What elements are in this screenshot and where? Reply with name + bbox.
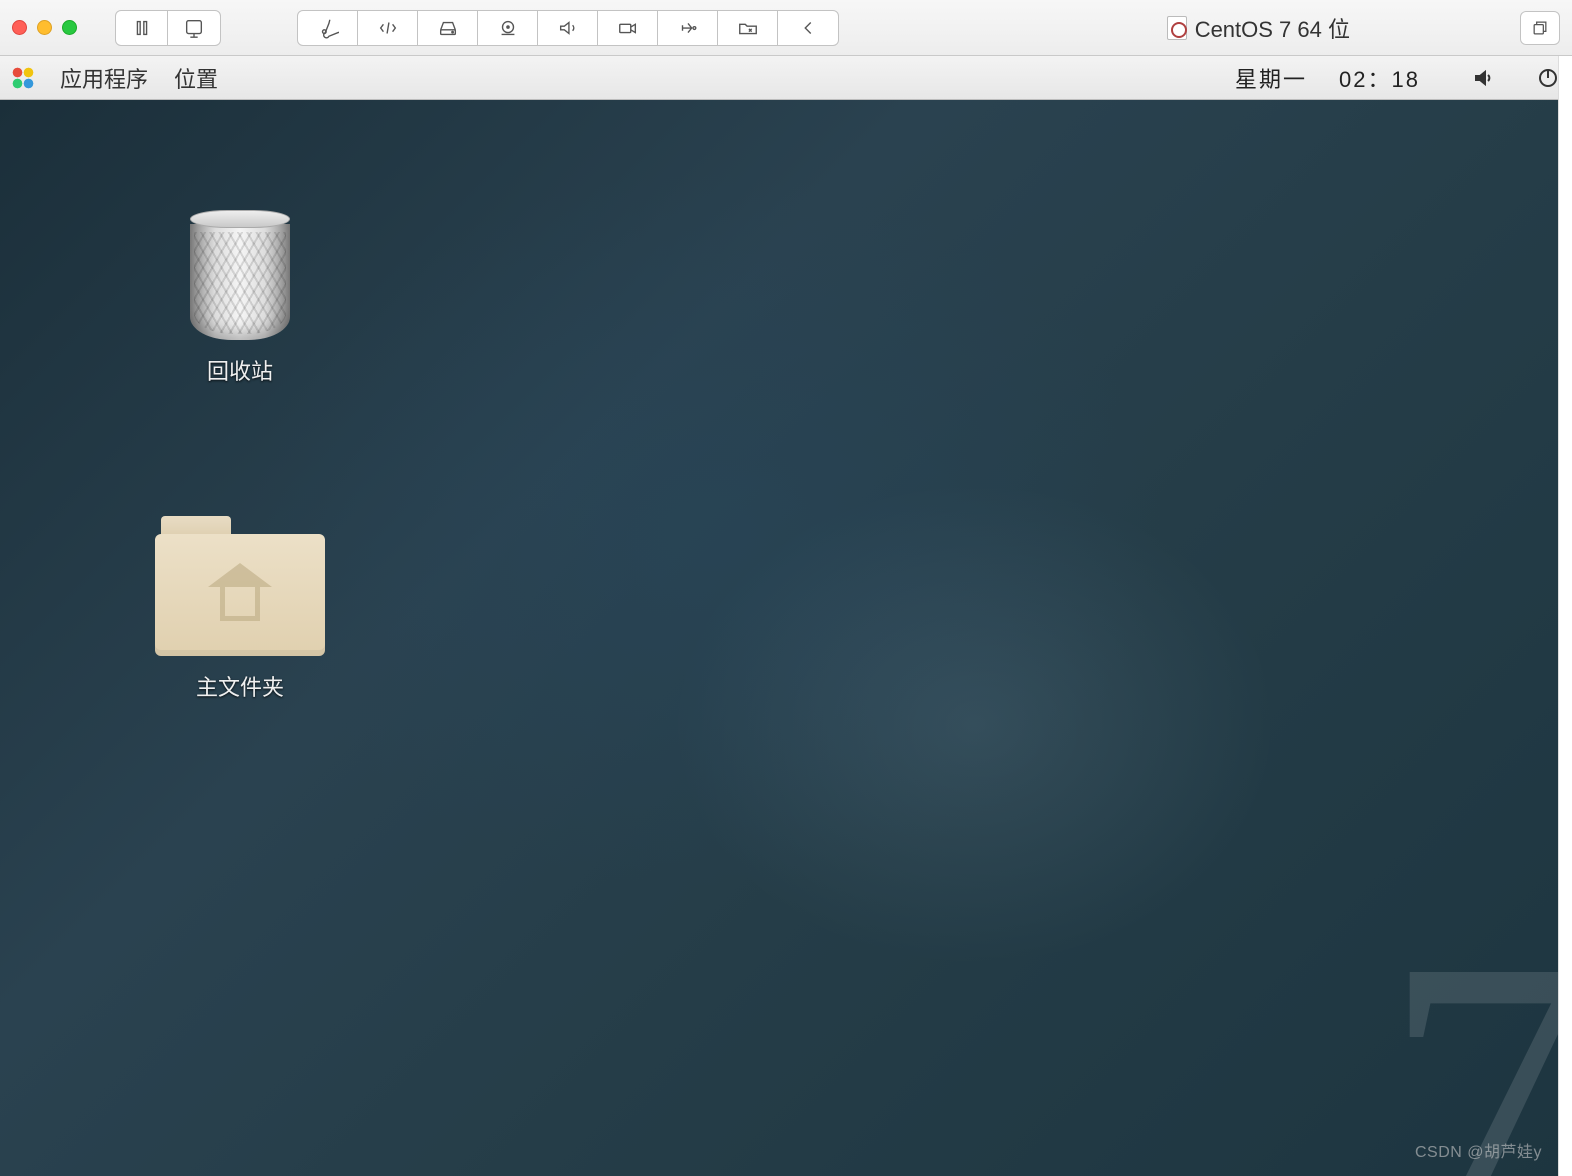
close-window-icon[interactable] [12, 20, 27, 35]
right-margin [1558, 56, 1572, 1176]
panel-day[interactable]: 星期一 [1235, 62, 1307, 94]
menu-applications[interactable]: 应用程序 [60, 62, 148, 94]
back-button[interactable] [778, 11, 838, 45]
trash-label: 回收站 [207, 354, 273, 386]
desktop-icon-home[interactable]: 主文件夹 [150, 516, 330, 702]
pause-button[interactable] [116, 11, 168, 45]
power-icon[interactable] [1536, 66, 1560, 90]
trash-icon [180, 210, 300, 340]
vm-display: 应用程序 位置 星期一 02：18 回收站 主文件夹 [0, 56, 1572, 1176]
usb-button[interactable] [658, 11, 718, 45]
host-toolbar: CentOS 7 64 位 [0, 0, 1572, 56]
window-controls [12, 20, 77, 35]
volume-icon[interactable] [1472, 66, 1496, 90]
menu-places[interactable]: 位置 [174, 62, 218, 94]
activities-icon[interactable] [12, 67, 34, 89]
vm-title: CentOS 7 64 位 [1167, 12, 1350, 44]
camera-button[interactable] [598, 11, 658, 45]
vm-title-text: CentOS 7 64 位 [1195, 12, 1350, 44]
shared-folder-button[interactable] [718, 11, 778, 45]
vm-file-icon [1167, 16, 1187, 40]
device-group [297, 10, 839, 46]
home-folder-icon [155, 516, 325, 656]
settings-button[interactable] [298, 11, 358, 45]
centos-7-watermark: 7 [1382, 896, 1572, 1176]
sound-button[interactable] [538, 11, 598, 45]
harddisk-button[interactable] [418, 11, 478, 45]
vm-control-group [115, 10, 221, 46]
restore-window-button[interactable] [1520, 11, 1560, 45]
minimize-window-icon[interactable] [37, 20, 52, 35]
gnome-panel: 应用程序 位置 星期一 02：18 [0, 56, 1572, 100]
zoom-window-icon[interactable] [62, 20, 77, 35]
home-label: 主文件夹 [196, 670, 284, 702]
panel-time[interactable]: 02：18 [1339, 62, 1420, 94]
snapshot-button[interactable] [168, 11, 220, 45]
network-button[interactable] [358, 11, 418, 45]
desktop[interactable]: 回收站 主文件夹 7 CSDN @胡芦娃y [0, 100, 1572, 1176]
csdn-watermark: CSDN @胡芦娃y [1415, 1138, 1542, 1162]
cd-button[interactable] [478, 11, 538, 45]
desktop-icon-trash[interactable]: 回收站 [150, 210, 330, 386]
